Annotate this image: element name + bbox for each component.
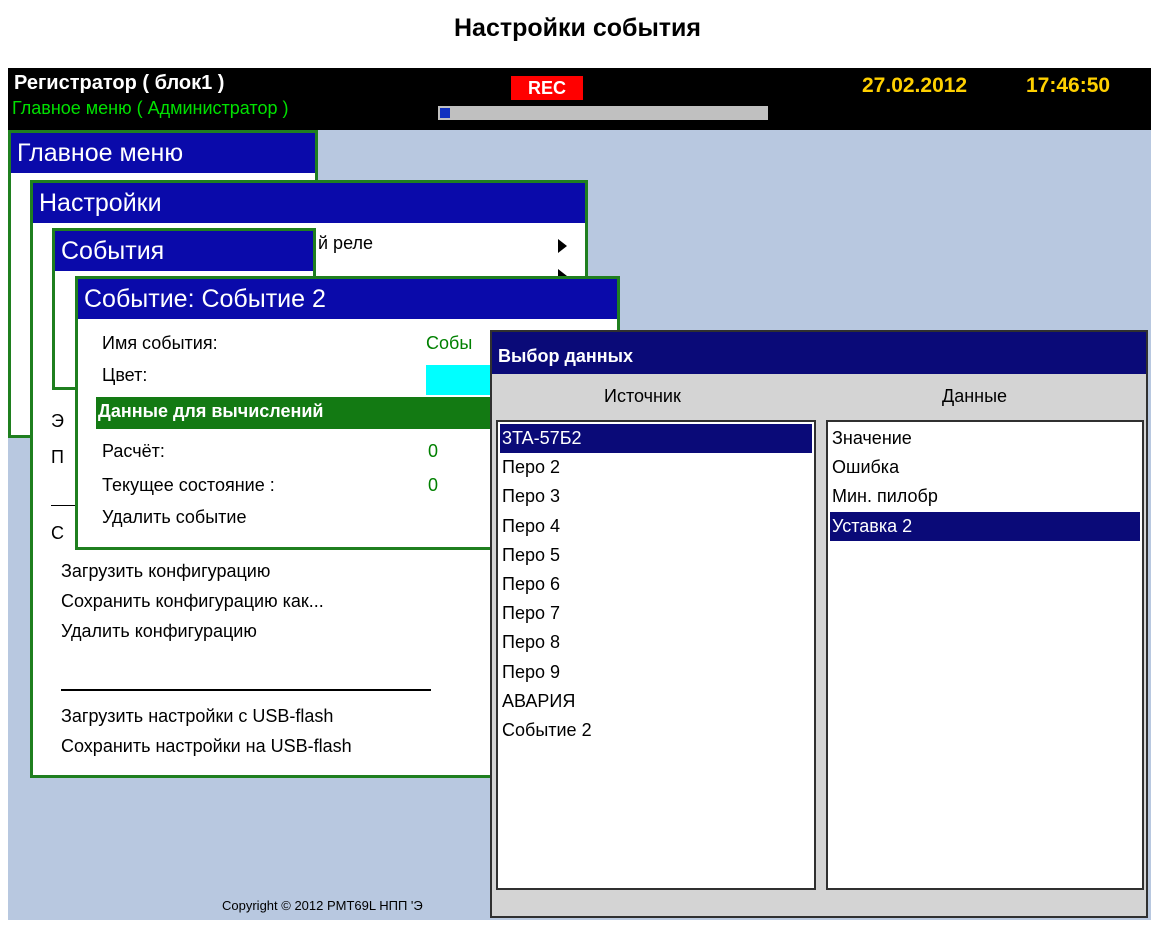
event-calc-value: 0	[428, 441, 439, 461]
event-delete-item[interactable]: Удалить событие	[102, 507, 247, 528]
menu-item-delete-config[interactable]: Удалить конфигурацию	[61, 621, 257, 642]
rec-indicator: REC	[511, 76, 583, 100]
event-state-value: 0	[428, 475, 439, 495]
source-list-item[interactable]: Перо 5	[500, 541, 812, 570]
menu-item-load-usb[interactable]: Загрузить настройки с USB-flash	[61, 706, 333, 727]
device-title: Регистратор ( блок1 )	[14, 72, 225, 94]
event-state-label: Текущее состояние :	[102, 475, 275, 495]
copyright-text: Copyright © 2012 PMT69L НПП 'Э	[222, 898, 423, 913]
event-calc-label: Расчёт:	[102, 441, 165, 461]
divider	[61, 689, 431, 691]
source-list-item[interactable]: Перо 8	[500, 628, 812, 657]
source-list-item[interactable]: АВАРИЯ	[500, 687, 812, 716]
progress-fill	[440, 108, 450, 118]
data-list-item[interactable]: Значение	[830, 424, 1140, 453]
menu-item-load-config[interactable]: Загрузить конфигурацию	[61, 561, 270, 582]
time-display: 17:46:50	[1026, 74, 1111, 97]
menu-item-partial[interactable]: П	[51, 447, 64, 468]
source-list-item[interactable]: Перо 3	[500, 482, 812, 511]
data-list[interactable]: Значение Ошибка Мин. пилобр Уставка 2	[826, 420, 1144, 890]
menu-item-save-usb[interactable]: Сохранить настройки на USB-flash	[61, 736, 352, 757]
main-menu-title: Главное меню	[11, 133, 315, 173]
source-list-item[interactable]: Перо 9	[500, 658, 812, 687]
event-color-label: Цвет:	[102, 365, 148, 385]
event-name-value[interactable]: Собы	[426, 333, 472, 354]
source-list[interactable]: 3TA-57Б2 Перо 2 Перо 3 Перо 4 Перо 5 Перо 6 Пе…	[496, 420, 816, 890]
menu-item-partial[interactable]: С	[51, 523, 64, 544]
menu-item-relay[interactable]: й реле	[318, 233, 373, 254]
menu-item-save-config-as[interactable]: Сохранить конфигурацию как...	[61, 591, 324, 612]
data-list-item[interactable]: Ошибка	[830, 453, 1140, 482]
source-list-item[interactable]: Перо 7	[500, 599, 812, 628]
source-list-item[interactable]: Событие 2	[500, 716, 812, 745]
data-select-dialog: Выбор данных Источник Данные 3TA-57Б2 Пер…	[490, 330, 1148, 918]
menu-path: Главное меню ( Администратор )	[12, 98, 289, 118]
source-list-item[interactable]: 3TA-57Б2	[500, 424, 812, 453]
settings-title: Настройки	[33, 183, 585, 223]
data-list-item[interactable]: Мин. пилобр	[830, 482, 1140, 511]
event-title: Событие: Событие 2	[78, 279, 617, 319]
source-list-item[interactable]: Перо 4	[500, 512, 812, 541]
events-title: События	[55, 231, 313, 271]
status-bar: Регистратор ( блок1 ) Главное меню ( Адм…	[8, 68, 1151, 130]
page-title: Настройки события	[453, 14, 701, 42]
source-list-item[interactable]: Перо 6	[500, 570, 812, 599]
device-screen: Регистратор ( блок1 ) Главное меню ( Адм…	[8, 68, 1151, 920]
data-dialog-title: Выбор данных	[492, 332, 1146, 374]
source-list-item[interactable]: Перо 2	[500, 453, 812, 482]
progress-bar	[438, 106, 768, 120]
data-list-item[interactable]: Уставка 2	[830, 511, 1140, 541]
date-display: 27.02.2012	[862, 74, 968, 97]
event-data-label: Данные для вычислений	[98, 401, 324, 421]
source-column-header: Источник	[604, 386, 681, 406]
submenu-arrow-icon	[558, 239, 567, 253]
data-column-header: Данные	[942, 386, 1008, 406]
event-name-label: Имя события:	[102, 333, 218, 353]
menu-item-partial[interactable]: Э	[51, 411, 64, 432]
